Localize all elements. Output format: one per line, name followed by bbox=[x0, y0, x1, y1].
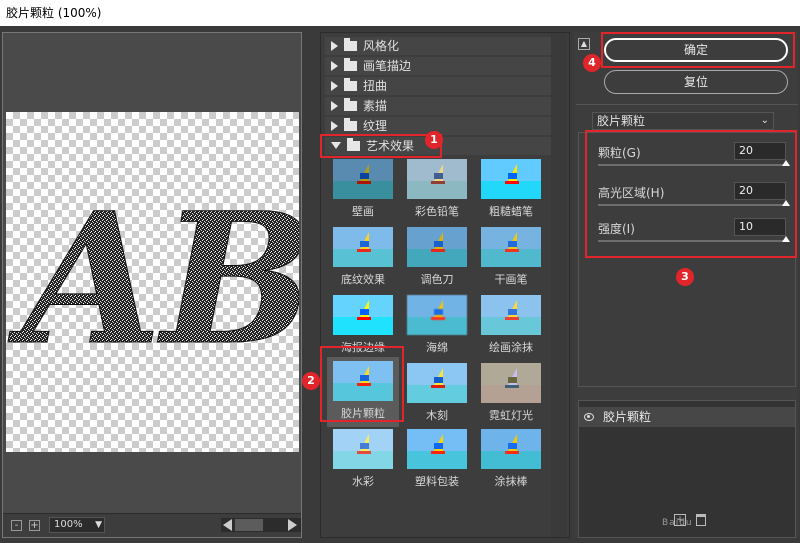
filter-preview-image bbox=[407, 159, 467, 199]
filter-thumb[interactable]: 木刻 bbox=[405, 363, 469, 425]
filter-preview-image bbox=[481, 295, 541, 335]
folder-icon bbox=[344, 118, 357, 131]
caret-right-icon bbox=[331, 61, 338, 71]
category-label: 扭曲 bbox=[363, 79, 388, 93]
annotation-box-params bbox=[585, 130, 797, 258]
zoom-value: 100% bbox=[54, 519, 83, 530]
delete-layer-icon[interactable] bbox=[696, 514, 706, 526]
filter-preview-image bbox=[481, 227, 541, 267]
filter-label: 调色刀 bbox=[420, 273, 454, 286]
preview-art: AB bbox=[7, 174, 300, 386]
filter-label: 海绵 bbox=[426, 341, 448, 354]
category-label: 素描 bbox=[363, 99, 388, 113]
category-label: 风格化 bbox=[363, 39, 400, 53]
caret-right-icon bbox=[331, 81, 338, 91]
new-effect-layer-icon[interactable]: + bbox=[674, 514, 686, 526]
filter-thumb[interactable]: 涂抹棒 bbox=[479, 429, 543, 491]
filter-thumb[interactable]: 塑料包装 bbox=[405, 429, 469, 491]
category-sketch[interactable]: 素描 bbox=[325, 97, 551, 115]
caret-right-icon bbox=[331, 121, 338, 131]
filter-thumb[interactable]: 霓虹灯光 bbox=[479, 363, 543, 425]
zoom-select[interactable]: 100% ▼ bbox=[49, 517, 105, 533]
filter-preview-image bbox=[333, 227, 393, 267]
filter-label: 涂抹棒 bbox=[494, 475, 528, 488]
canvas-text: AB bbox=[7, 174, 299, 385]
filter-thumb[interactable]: 粗糙蜡笔 bbox=[479, 159, 543, 221]
annotation-badge-4: 4 bbox=[583, 54, 601, 72]
filter-label: 木刻 bbox=[426, 409, 448, 422]
scrollbar-thumb[interactable] bbox=[235, 519, 263, 531]
annotation-box-category bbox=[320, 134, 442, 158]
filter-preview-image bbox=[407, 429, 467, 469]
filter-thumb[interactable]: 壁画 bbox=[331, 159, 395, 221]
annotation-badge-2: 2 bbox=[302, 372, 320, 390]
chevron-down-icon: ⌄ bbox=[760, 115, 769, 126]
category-brush-strokes[interactable]: 画笔描边 bbox=[325, 57, 551, 75]
chevron-down-icon: ▼ bbox=[95, 520, 102, 530]
zoom-in-button[interactable]: + bbox=[29, 520, 40, 531]
filter-label: 干画笔 bbox=[494, 273, 528, 286]
filter-thumb[interactable]: 水彩 bbox=[331, 429, 395, 491]
filter-label: 绘画涂抹 bbox=[489, 341, 533, 354]
filter-preview-image bbox=[333, 429, 393, 469]
effect-layer-name: 胶片颗粒 bbox=[603, 410, 652, 424]
collapse-gallery-icon[interactable]: ▲ bbox=[578, 38, 590, 50]
preview-statusbar: - + 100% ▼ bbox=[3, 513, 301, 537]
filter-label: 粗糙蜡笔 bbox=[489, 205, 533, 218]
scroll-right-icon[interactable] bbox=[288, 519, 297, 531]
filter-gallery: 风格化 画笔描边 扭曲 素描 纹理 艺术效果 壁画 彩色铅笔 粗糙蜡笔 底纹效果… bbox=[320, 32, 570, 538]
category-label: 纹理 bbox=[363, 119, 388, 133]
filter-preview-image bbox=[481, 159, 541, 199]
visibility-eye-icon[interactable] bbox=[584, 413, 594, 421]
category-stylize[interactable]: 风格化 bbox=[325, 37, 551, 55]
filter-gallery-window: AB - + 100% ▼ 风格化 画笔描边 扭曲 素描 纹理 艺术效果 壁画 … bbox=[0, 26, 800, 543]
gallery-scrollbar[interactable] bbox=[551, 33, 567, 537]
annotation-badge-1: 1 bbox=[425, 131, 443, 149]
filter-label: 彩色铅笔 bbox=[415, 205, 459, 218]
filter-select-value: 胶片颗粒 bbox=[597, 114, 646, 128]
annotation-box-ok bbox=[601, 32, 795, 68]
filter-label: 霓虹灯光 bbox=[489, 409, 533, 422]
effect-layer-row[interactable]: 胶片颗粒 bbox=[579, 407, 795, 427]
scroll-left-icon[interactable] bbox=[223, 519, 232, 531]
preview-canvas[interactable]: AB bbox=[6, 112, 299, 452]
annotation-box-filter bbox=[320, 346, 404, 422]
category-label: 画笔描边 bbox=[363, 59, 412, 73]
divider bbox=[576, 104, 798, 105]
filter-thumb[interactable]: 海绵 bbox=[405, 295, 469, 357]
filter-preview-image bbox=[481, 429, 541, 469]
reset-button[interactable]: 复位 bbox=[604, 70, 788, 94]
category-distort[interactable]: 扭曲 bbox=[325, 77, 551, 95]
filter-thumb[interactable]: 干画笔 bbox=[479, 227, 543, 289]
filter-preview-image bbox=[481, 363, 541, 403]
folder-icon bbox=[344, 58, 357, 71]
filter-label: 壁画 bbox=[352, 205, 374, 218]
filter-thumb[interactable]: 彩色铅笔 bbox=[405, 159, 469, 221]
zoom-out-button[interactable]: - bbox=[11, 520, 22, 531]
caret-right-icon bbox=[331, 41, 338, 51]
filter-thumb[interactable]: 调色刀 bbox=[405, 227, 469, 289]
filter-preview-image bbox=[407, 295, 467, 335]
filter-thumb[interactable]: 底纹效果 bbox=[331, 227, 395, 289]
caret-right-icon bbox=[331, 101, 338, 111]
preview-pane: AB - + 100% ▼ bbox=[2, 32, 302, 538]
filter-label: 塑料包装 bbox=[415, 475, 459, 488]
window-title: 胶片颗粒 (100%) bbox=[0, 0, 800, 26]
filter-select[interactable]: 胶片颗粒 ⌄ bbox=[592, 112, 774, 130]
filter-label: 底纹效果 bbox=[341, 273, 385, 286]
folder-icon bbox=[344, 38, 357, 51]
horizontal-scrollbar[interactable] bbox=[221, 518, 301, 532]
annotation-badge-3: 3 bbox=[676, 268, 694, 286]
filter-preview-image bbox=[407, 227, 467, 267]
folder-icon bbox=[344, 98, 357, 111]
filter-label: 水彩 bbox=[352, 475, 374, 488]
folder-icon bbox=[344, 78, 357, 91]
filter-thumb[interactable]: 绘画涂抹 bbox=[479, 295, 543, 357]
filter-preview-image bbox=[407, 363, 467, 403]
filter-preview-image bbox=[333, 159, 393, 199]
filter-preview-image bbox=[333, 295, 393, 335]
